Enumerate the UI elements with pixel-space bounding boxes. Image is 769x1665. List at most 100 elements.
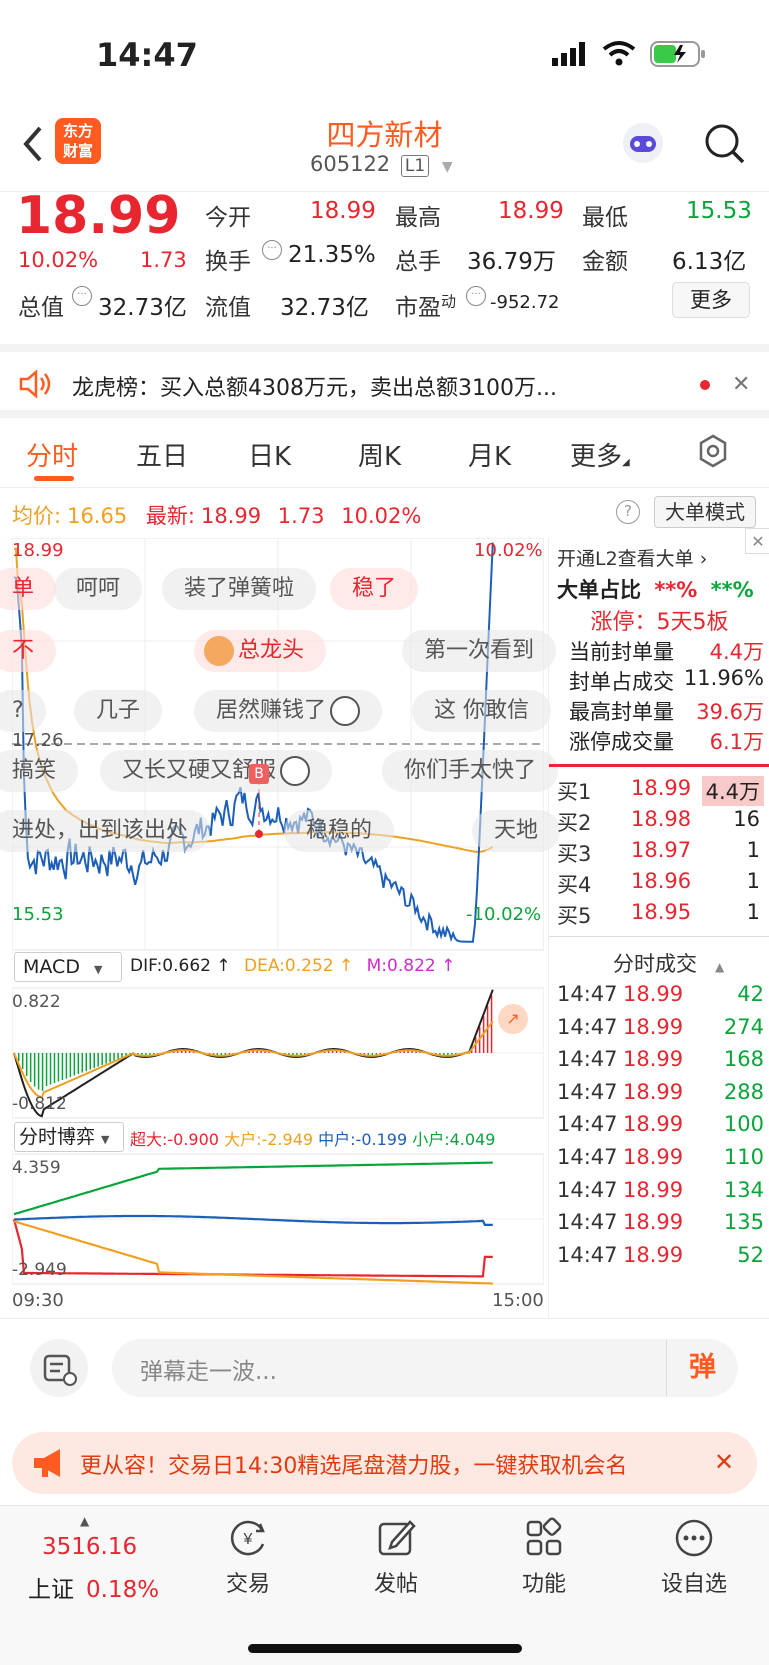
turnover-value: 21.35% (288, 242, 376, 268)
big-order-mode-button[interactable]: 大单模式 (654, 496, 756, 528)
tab-daily-k[interactable]: 日K (248, 436, 291, 473)
macd-bar (81, 1053, 84, 1073)
danmu-item[interactable]: 不 (0, 630, 57, 672)
tick-price: 18.99 (623, 1112, 684, 1137)
l2-upsell-link[interactable]: 开通L2查看大单 › (557, 544, 769, 571)
ticks-header[interactable]: 分时成交 ▲ (613, 948, 753, 978)
promo-banner[interactable]: 更从容！交易日14:30精选尾盘潜力股，一键获取机会名 ✕ (12, 1432, 757, 1494)
danmu-item[interactable]: 居然赚钱了 (194, 690, 383, 732)
macd-bar (113, 1053, 115, 1061)
tick-time: 14:47 (557, 1047, 618, 1072)
danmu-item[interactable]: 天地 (472, 810, 561, 852)
danmu-item[interactable]: 搞笑 (0, 750, 79, 792)
float-label: 流值 (205, 295, 251, 321)
signal-arrow-icon: ↗ (498, 1004, 528, 1034)
info-icon[interactable]: ··· (72, 286, 92, 306)
mid-value: 中户:-0.199 (318, 1130, 408, 1149)
info-icon[interactable]: ··· (262, 240, 282, 260)
status-time: 14:47 (96, 36, 198, 74)
gear-icon[interactable] (696, 434, 730, 468)
bid-price: 18.95 (631, 900, 692, 924)
danmu-item[interactable]: 又长又硬又舒服 (100, 750, 333, 792)
danmu-item[interactable]: 进处，出到该出处 (0, 810, 211, 852)
latest-value: 18.99 (200, 504, 262, 528)
low-label: 最低 (582, 205, 628, 231)
nav-trade[interactable]: ¥ 交易 (198, 1516, 298, 1598)
nav-functions[interactable]: 功能 (494, 1516, 594, 1598)
bid-volume: 1 (746, 900, 760, 924)
pe-label: 市盈动 (395, 288, 456, 322)
danmu-item[interactable]: 装了弹簧啦 (162, 568, 317, 610)
search-icon[interactable] (703, 122, 747, 166)
send-danmu-button[interactable]: 弹 (666, 1339, 738, 1397)
macd-bar (97, 1053, 99, 1067)
danmu-item[interactable]: 呵呵 (54, 568, 143, 610)
robot-assistant-icon[interactable] (620, 120, 666, 166)
macd-bar (45, 1053, 48, 1087)
news-ticker[interactable]: 龙虎榜：买入总额4308万元，卖出总额3100万... ✕ (0, 352, 769, 418)
tick-time: 14:47 (557, 1145, 618, 1169)
game-selector[interactable]: 分时博弈 ▼ (14, 1122, 124, 1152)
danmu-text: 居然赚钱了 (216, 698, 327, 723)
danmu-text: 总龙头 (238, 638, 305, 663)
danmu-item[interactable]: 稳稳的 (284, 810, 395, 852)
volume-value: 36.79万 (467, 249, 556, 275)
macd-bar (77, 1053, 80, 1075)
tab-more[interactable]: 更多◢ (570, 436, 630, 473)
bid-volume: 4.4万 (701, 776, 764, 806)
danmu-bar: 弹幕走一波... 弹 (0, 1318, 769, 1414)
tab-five-day[interactable]: 五日 (136, 436, 188, 473)
more-button[interactable]: 更多 (672, 282, 750, 318)
macd-bar (57, 1053, 60, 1082)
price-summary: 均价: 16.65 最新: 18.99 1.73 10.02% (12, 500, 421, 530)
danmu-item[interactable]: 总龙头 (194, 630, 327, 672)
battery-icon (650, 40, 708, 68)
nav-post[interactable]: 发帖 (346, 1516, 446, 1598)
help-icon[interactable]: ? (616, 500, 640, 524)
avg-value: 16.65 (67, 504, 128, 528)
mktcap-value: 32.73亿 (98, 295, 187, 321)
mktcap-label: 总值 (18, 295, 64, 321)
dropdown-icon: ▼ (93, 963, 103, 976)
macd-bar (65, 1053, 68, 1079)
dropdown-icon: ◢ (622, 457, 630, 468)
nav-add-watchlist[interactable]: 设自选 (644, 1516, 744, 1598)
danmu-settings-icon[interactable] (30, 1339, 88, 1397)
tab-intraday[interactable]: 分时 (26, 436, 78, 473)
danmu-item[interactable]: 你们手太快了 (382, 750, 559, 792)
abs-change: 1.73 (140, 248, 187, 272)
stock-code-selector[interactable]: 605122 L1 ▼ (310, 152, 453, 177)
bid-price: 18.98 (631, 807, 692, 831)
big-order-ratio: 大单占比 **% **% (557, 574, 769, 604)
index-line: 上证 0.18% (28, 1570, 159, 1604)
info-icon[interactable]: ··· (466, 286, 486, 306)
seal-label: 当前封单量 (569, 640, 674, 664)
intraday-chart[interactable]: 单 呵呵 装了弹簧啦 稳了 不 总龙头 第一次看到 ? 几子 居然赚钱了 这 你… (0, 538, 561, 1318)
ticks-title: 分时成交 (613, 952, 697, 976)
tick-volume: 100 (723, 1112, 764, 1137)
period-tabs: 分时 五日 日K 周K 月K 更多◢ (0, 418, 769, 488)
tab-monthly-k[interactable]: 月K (468, 436, 511, 473)
danmu-input[interactable]: 弹幕走一波... 弹 (112, 1339, 738, 1397)
macd-bar (17, 1053, 20, 1062)
nav-post-label: 发帖 (373, 1572, 418, 1597)
danmu-item[interactable]: 几子 (74, 690, 163, 732)
tick-volume: 134 (723, 1177, 764, 1202)
danmu-item[interactable]: 第一次看到 (402, 630, 557, 672)
caret-up-icon: ▲ (80, 1514, 90, 1528)
price-low-label: 15.53 (12, 904, 64, 925)
dea-value: DEA:0.252 ↑ (244, 956, 354, 976)
macd-selector[interactable]: MACD ▼ (14, 952, 122, 982)
pe-label-text: 市盈 (395, 295, 441, 321)
danmu-item[interactable]: ? (0, 690, 46, 732)
danmu-item[interactable]: 单 (0, 568, 57, 610)
danmu-item[interactable]: 这 你敢信 (412, 690, 551, 732)
tab-weekly-k[interactable]: 周K (358, 436, 401, 473)
pe-sup: 动 (441, 292, 457, 311)
close-icon[interactable]: ✕ (714, 1448, 734, 1476)
danmu-item[interactable]: 稳了 (330, 568, 419, 610)
latest-chg: 1.73 (277, 504, 325, 528)
macd-label: MACD (23, 956, 80, 978)
close-icon[interactable]: ✕ (732, 372, 750, 397)
big-sell-ratio: **% (710, 578, 754, 602)
